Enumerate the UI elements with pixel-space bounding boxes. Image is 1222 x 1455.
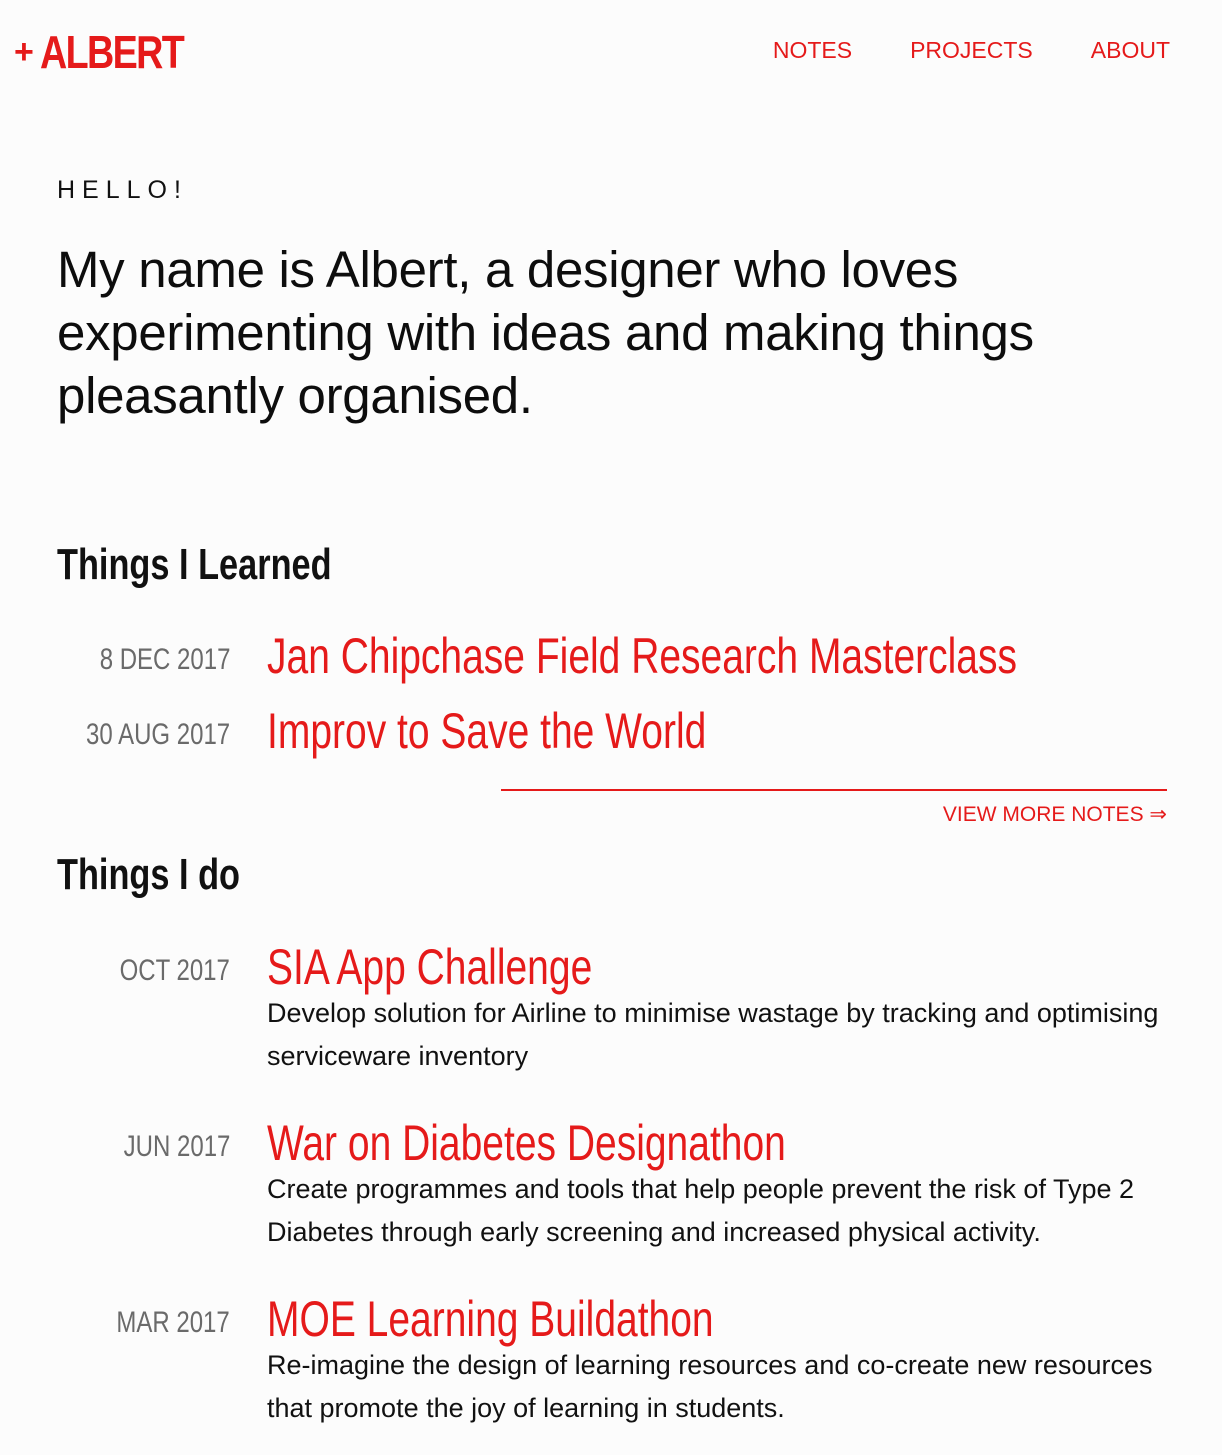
- section-title-projects: Things I do: [57, 850, 241, 899]
- note-date: 30 AUG 2017: [85, 718, 230, 751]
- note-title-link[interactable]: Jan Chipchase Field Research Masterclass: [267, 628, 1017, 684]
- main-nav: NOTES PROJECTS ABOUT: [773, 36, 1170, 64]
- note-date: 8 DEC 2017: [99, 643, 230, 676]
- note-title-link[interactable]: Improv to Save the World: [267, 703, 706, 759]
- notes-divider: [501, 789, 1167, 791]
- greeting: HELLO!: [57, 176, 188, 204]
- view-more-notes-link[interactable]: VIEW MORE NOTES ⇒: [943, 802, 1167, 828]
- project-description: Re-imagine the design of learning resour…: [267, 1350, 1153, 1423]
- nav-notes[interactable]: NOTES: [773, 36, 852, 64]
- nav-about[interactable]: ABOUT: [1091, 36, 1170, 64]
- site-logo[interactable]: + ALBERT: [14, 26, 214, 78]
- project-title-link[interactable]: SIA App Challenge: [267, 939, 592, 995]
- intro-text: My name is Albert, a designer who loves …: [57, 241, 1034, 424]
- project-date: OCT 2017: [119, 954, 230, 987]
- section-title-learned: Things I Learned: [57, 540, 332, 589]
- project-title-link[interactable]: War on Diabetes Designathon: [267, 1115, 786, 1171]
- project-date: MAR 2017: [116, 1306, 230, 1339]
- project-title-link[interactable]: MOE Learning Buildathon: [267, 1291, 714, 1347]
- project-description: Create programmes and tools that help pe…: [267, 1174, 1135, 1247]
- project-date: JUN 2017: [123, 1130, 230, 1163]
- logo-name: ALBERT: [39, 26, 185, 78]
- nav-projects[interactable]: PROJECTS: [910, 36, 1033, 64]
- project-description: Develop solution for Airline to minimise…: [267, 998, 1159, 1071]
- logo-plus: +: [14, 33, 34, 71]
